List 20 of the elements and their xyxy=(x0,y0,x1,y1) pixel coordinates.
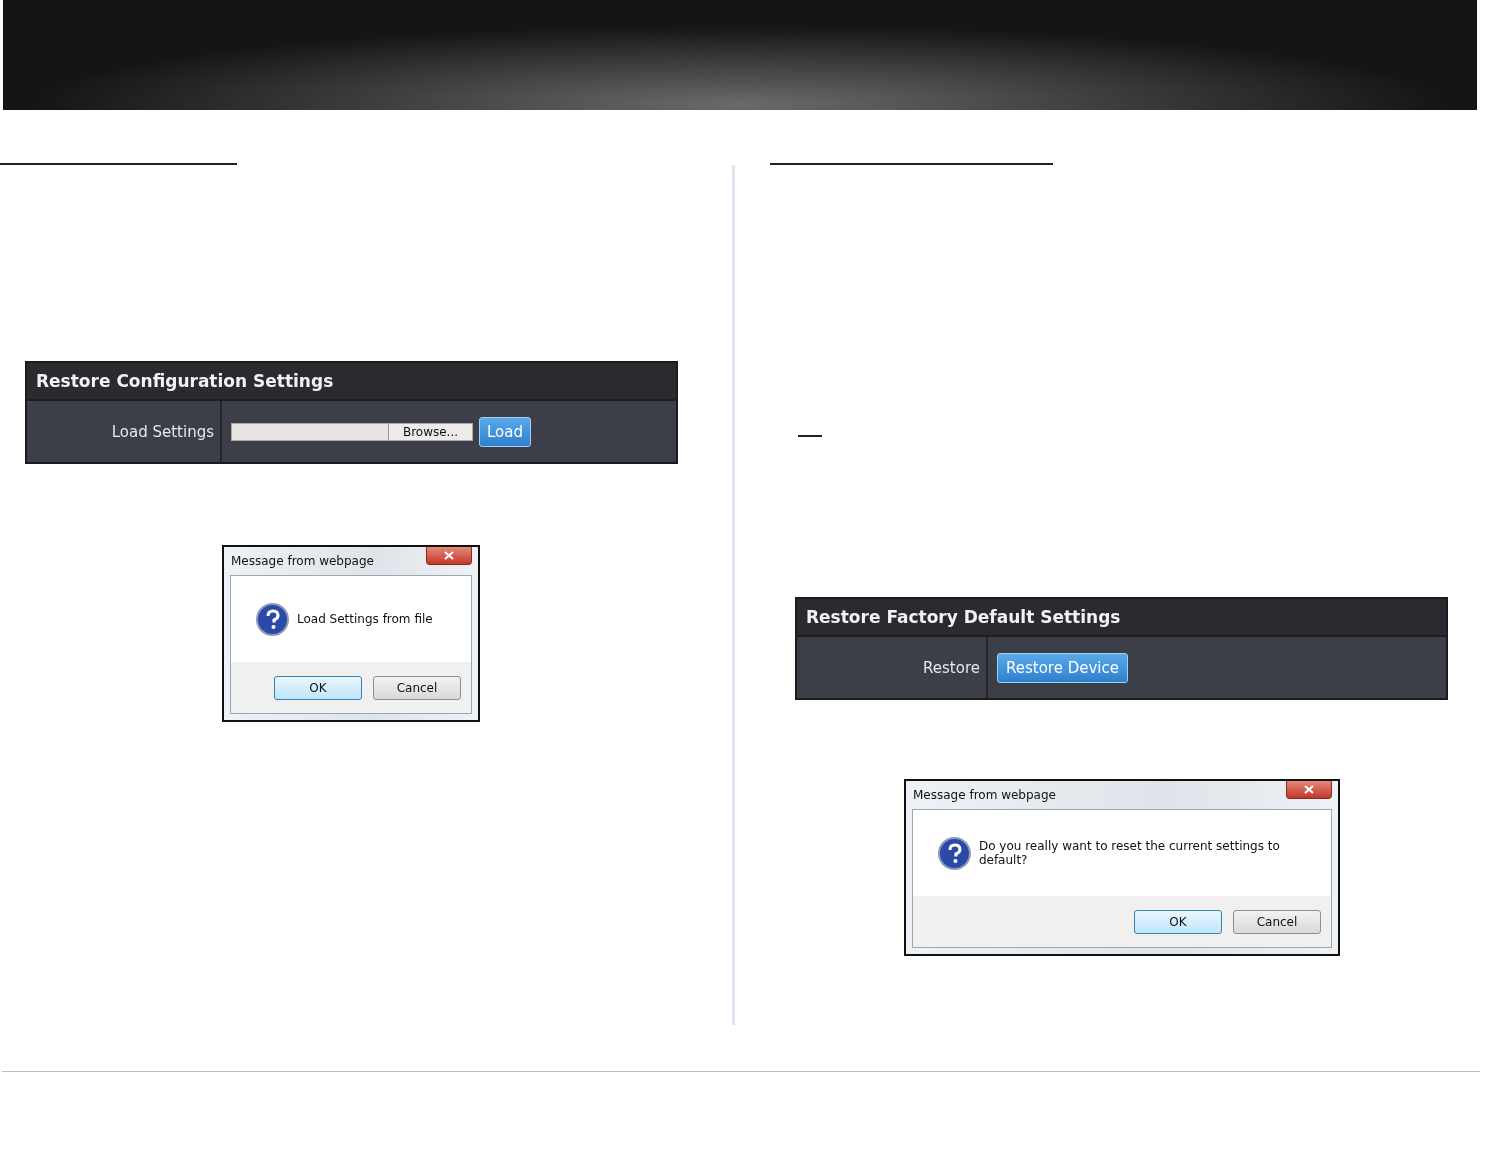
dialog-title: Message from webpage xyxy=(231,554,374,568)
dialog-message: Load Settings from file xyxy=(297,612,433,626)
cancel-button[interactable]: Cancel xyxy=(373,675,461,700)
panel-title: Restore Factory Default Settings xyxy=(797,599,1446,637)
ok-button[interactable]: OK xyxy=(1134,909,1222,934)
dialog-message: Do you really want to reset the current settings to default? xyxy=(978,839,1281,867)
close-icon xyxy=(444,551,454,560)
ok-button[interactable]: OK xyxy=(274,675,362,700)
close-button[interactable] xyxy=(1286,781,1332,799)
browse-button[interactable]: Browse... xyxy=(388,423,472,440)
file-input-field[interactable]: Browse... xyxy=(231,422,473,441)
close-icon xyxy=(1304,785,1314,794)
cancel-button[interactable]: Cancel xyxy=(1233,909,1321,934)
question-icon xyxy=(938,836,971,870)
field-label: Restore xyxy=(797,637,988,698)
question-icon xyxy=(256,602,289,636)
field-label: Load Settings xyxy=(27,401,222,462)
dialog-title: Message from webpage xyxy=(913,788,1056,802)
panel-title: Restore Configuration Settings xyxy=(27,363,676,401)
close-button[interactable] xyxy=(426,547,472,565)
